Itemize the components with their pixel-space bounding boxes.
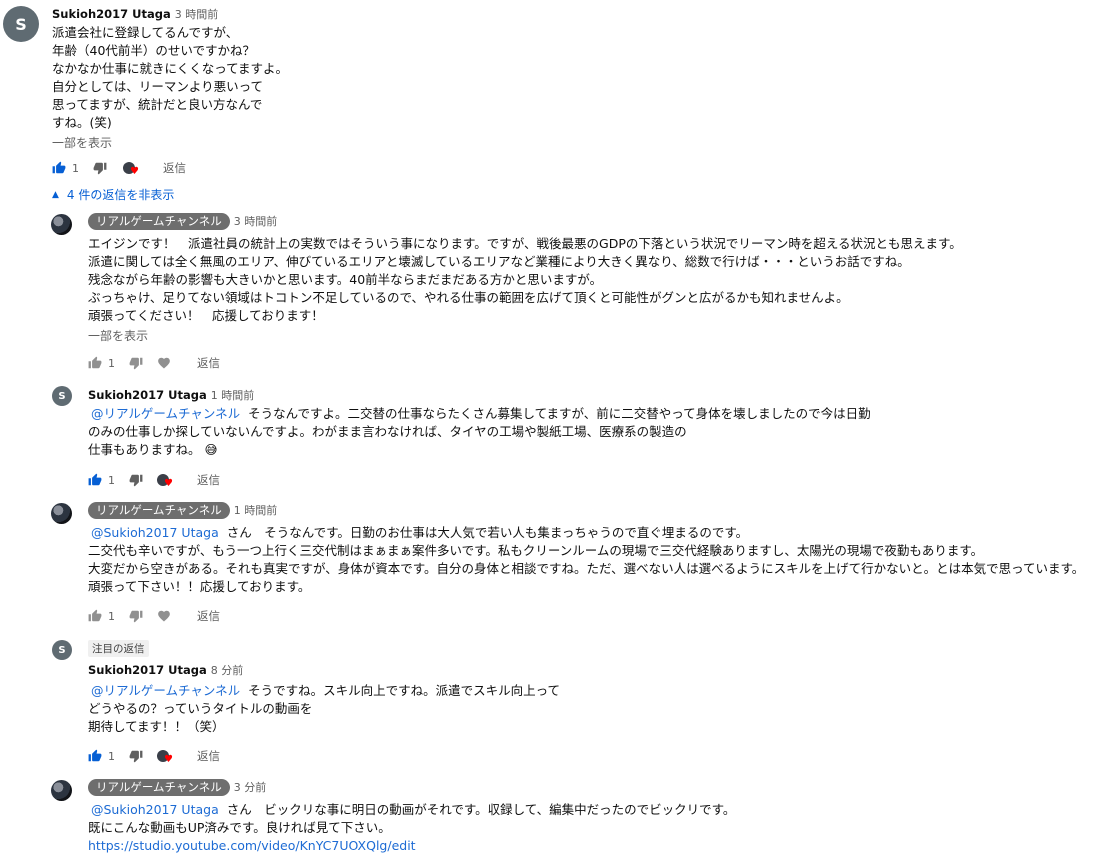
mention-link[interactable]: @Sukioh2017 Utaga [91,525,219,540]
comment-text-line: @リアルゲームチャンネル そうなんですよ。二交替の仕事ならたくさん募集してますが… [91,406,871,421]
comment-text-line: 残念ながら年齢の影響も大きいかと思います。40前半ならまだまだある方かと思います… [88,272,603,287]
timestamp[interactable]: 8 分前 [211,664,244,677]
comment-text-line: 派遣に関しては全く無風のエリア、伸びているエリアと壊滅しているエリアなど業種によ… [88,254,910,269]
comment-text-line: なかなか仕事に就きにくくなってますよ。 [52,61,289,76]
comment-header: Sukioh2017 Utaga 3 時間前 [52,6,218,22]
comment-text-line: @Sukioh2017 Utaga さん ビックリな事に明日の動画がそれです。収… [91,802,736,817]
comment-text-line: 頑張ってください！ 応援しております！ [88,308,324,323]
comment-header: リアルゲームチャンネル 3 分前 [88,779,266,796]
like-icon[interactable] [88,473,102,487]
comment-text-line: すね。(笑) [52,115,112,130]
timestamp[interactable]: 1 時間前 [234,504,278,517]
mention-link[interactable]: @Sukioh2017 Utaga [91,802,219,817]
video-link[interactable]: https://studio.youtube.com/video/KnYC7UO… [88,837,416,854]
hide-replies-button[interactable]: ▲ 4 件の返信を非表示 [52,186,174,203]
timestamp[interactable]: 3 時間前 [175,8,219,21]
sweat-smile-emoji: 😅 [204,442,218,457]
comment-text-line: @リアルゲームチャンネル そうですね。スキル向上ですね。派遣でスキル向上って [91,683,560,698]
like-count: 1 [72,161,79,175]
heart-outline-icon[interactable] [157,609,171,623]
comment-actions: 1 ♥ 返信 [88,748,220,765]
author-name[interactable]: リアルゲームチャンネル [88,502,230,519]
comment-text-line: 派遣会社に登録してるんですが、 [52,25,239,40]
show-less-button[interactable]: 一部を表示 [88,327,148,344]
chevron-up-icon: ▲ [52,189,59,200]
avatar[interactable] [51,780,72,801]
author-name[interactable]: Sukioh2017 Utaga [88,388,207,402]
like-count: 1 [108,749,115,763]
creator-heart-icon: ♥ [157,750,173,765]
comment-text-line: 自分としては、リーマンより悪いって [52,79,264,94]
reply-button[interactable]: 返信 [197,472,220,488]
comment-actions: 1 返信 [88,355,220,371]
timestamp[interactable]: 1 時間前 [211,389,255,402]
dislike-icon[interactable] [129,356,143,370]
comment-text-line: 頑張って下さい！！応援しております。 [88,579,311,594]
mention-link[interactable]: @リアルゲームチャンネル [91,406,240,421]
comment-text-line: 二交代も辛いですが、もう一つ上行く三交代制はまぁまぁ案件多いです。私もクリーンル… [88,543,984,558]
comment-actions: 1 ♥ 返信 [88,472,220,489]
comment-header: リアルゲームチャンネル 3 時間前 [88,213,277,230]
like-icon[interactable] [88,749,102,763]
author-name[interactable]: Sukioh2017 Utaga [52,7,171,21]
creator-heart-icon: ♥ [123,162,139,177]
reply-button[interactable]: 返信 [197,355,220,371]
author-name[interactable]: リアルゲームチャンネル [88,779,230,796]
avatar[interactable]: S [52,386,72,406]
like-count: 1 [108,473,115,487]
comment-text-line: ぶっちゃけ、足りてない領域はトコトン不足しているので、やれる仕事の範囲を広げて頂… [88,290,849,305]
comment-header: リアルゲームチャンネル 1 時間前 [88,502,277,519]
comment-actions: 1 返信 [88,608,220,624]
creator-heart-icon: ♥ [157,474,173,489]
reply-button[interactable]: 返信 [163,160,186,176]
reply-button[interactable]: 返信 [197,748,220,764]
avatar[interactable]: S [3,6,39,42]
comment-text-line: 期待してます！！（笑） [88,719,225,734]
like-count: 1 [108,356,115,370]
comment-text-line: 大変だから空きがある。それも真実ですが、身体が資本です。自分の身体と相談ですね。… [88,561,1085,576]
comment-header: Sukioh2017 Utaga 1 時間前 [88,387,254,403]
like-count: 1 [108,609,115,623]
comment-text-line: エイジンです！ 派遣社員の統計上の実数ではそういう事になります。ですが、戦後最悪… [88,236,962,251]
comment-text-line: 思ってますが、統計だと良い方なんで [52,97,263,112]
comment-text-line: 既にこんな動画もUP済みです。良ければ見て下さい。 [88,820,391,835]
author-name[interactable]: リアルゲームチャンネル [88,213,230,230]
comment-text-line: @Sukioh2017 Utaga さん そうなんです。日勤のお仕事は大人気で若… [91,525,749,540]
avatar[interactable] [51,214,72,235]
comment-actions: 1 ♥ 返信 [52,160,186,177]
like-icon[interactable] [52,161,66,175]
like-icon[interactable] [88,609,102,623]
comment-text-line: どうやるの？っていうタイトルの動画を [88,701,313,716]
comment-text-line: 仕事もありますね。 😅 [88,442,218,457]
like-icon[interactable] [88,356,102,370]
comment-text-line: のみの仕事しか探していないんですよ。わがまま言わなければ、タイヤの工場や製紙工場… [88,424,687,439]
show-less-button[interactable]: 一部を表示 [52,134,112,151]
timestamp[interactable]: 3 分前 [234,781,267,794]
avatar[interactable] [51,503,72,524]
avatar[interactable]: S [52,640,72,660]
reply-button[interactable]: 返信 [197,608,220,624]
comment-text-line: 年齢（40代前半）のせいですかね？ [52,43,256,58]
dislike-icon[interactable] [129,609,143,623]
highlighted-reply-badge: 注目の返信 [88,640,149,657]
author-name[interactable]: Sukioh2017 Utaga [88,663,207,677]
heart-outline-icon[interactable] [157,356,171,370]
mention-link[interactable]: @リアルゲームチャンネル [91,683,240,698]
dislike-icon[interactable] [129,749,143,763]
comment-header: Sukioh2017 Utaga 8 分前 [88,662,243,678]
dislike-icon[interactable] [93,161,107,175]
timestamp[interactable]: 3 時間前 [234,215,278,228]
dislike-icon[interactable] [129,473,143,487]
